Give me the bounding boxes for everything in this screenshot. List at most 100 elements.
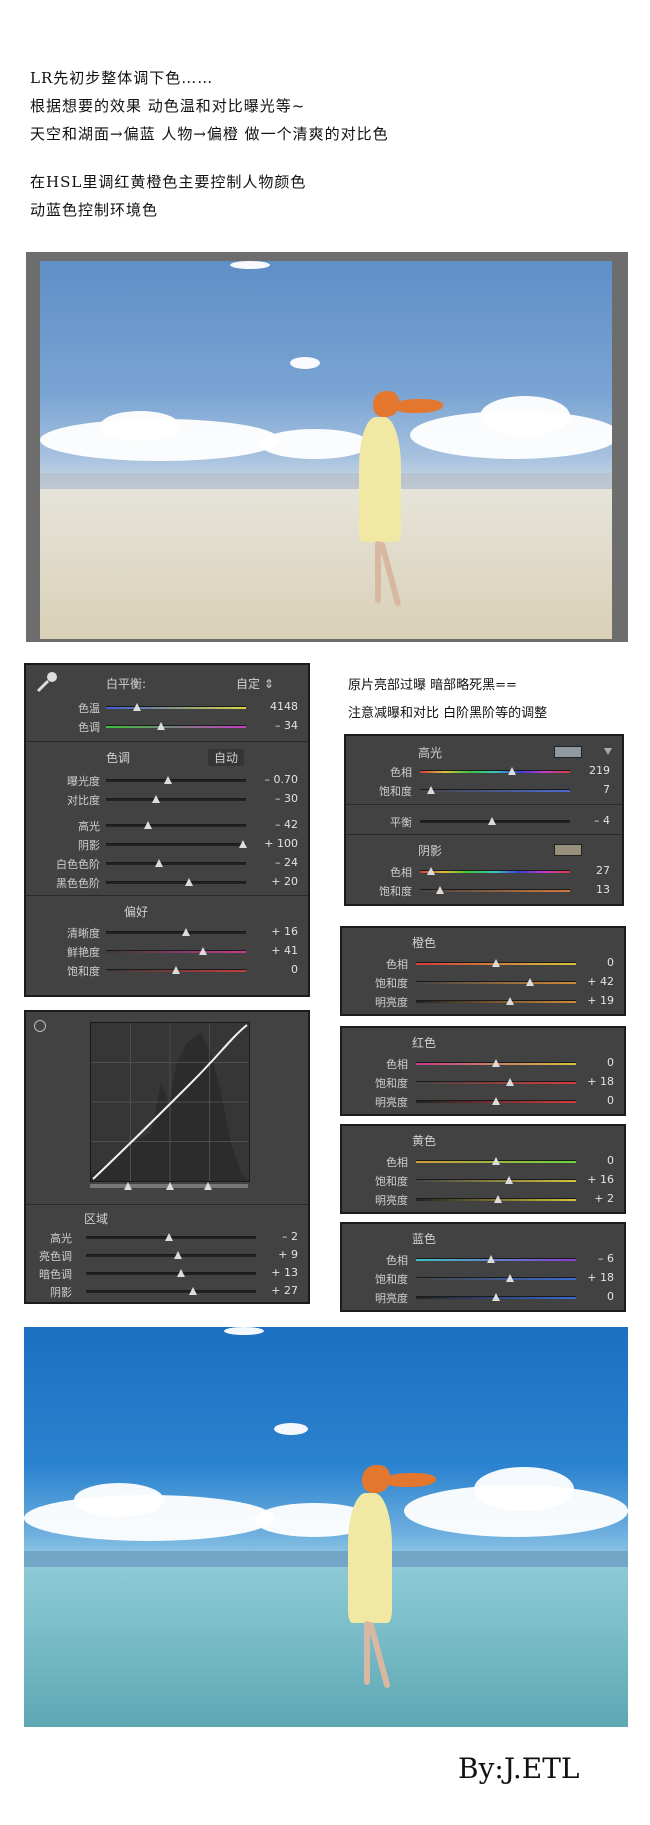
slider-handle[interactable] bbox=[506, 1274, 515, 1282]
slider-value[interactable]: – 6 bbox=[564, 1252, 614, 1265]
slider-handle[interactable] bbox=[504, 1176, 513, 1184]
slider-track[interactable] bbox=[416, 1293, 576, 1301]
slider-track[interactable] bbox=[106, 928, 246, 936]
slider-track[interactable] bbox=[106, 776, 246, 784]
slider-track[interactable] bbox=[106, 722, 246, 730]
slider-handle[interactable] bbox=[488, 817, 496, 825]
slider-value[interactable]: 0 bbox=[564, 1056, 614, 1069]
slider-track[interactable] bbox=[416, 1059, 576, 1067]
slider-handle[interactable] bbox=[189, 1287, 198, 1295]
slider-track[interactable] bbox=[86, 1287, 256, 1295]
slider-value[interactable]: 0 bbox=[564, 956, 614, 969]
slider-value[interactable]: 13 bbox=[560, 883, 610, 896]
curve-split-handle[interactable] bbox=[166, 1182, 174, 1190]
curve-split-handle[interactable] bbox=[124, 1182, 132, 1190]
slider-value[interactable]: – 4 bbox=[560, 814, 610, 827]
slider-track[interactable] bbox=[416, 997, 576, 1005]
slider-handle[interactable] bbox=[239, 840, 248, 848]
slider-track[interactable] bbox=[86, 1233, 256, 1241]
slider-handle[interactable] bbox=[172, 966, 180, 974]
slider-track[interactable] bbox=[106, 947, 246, 955]
slider-value[interactable]: 7 bbox=[560, 783, 610, 796]
slider-handle[interactable] bbox=[435, 886, 444, 894]
slider-track[interactable] bbox=[416, 978, 576, 986]
slider-handle[interactable] bbox=[177, 1269, 186, 1277]
slider-value[interactable]: – 0.70 bbox=[248, 773, 299, 786]
slider-value[interactable]: + 27 bbox=[248, 1284, 298, 1297]
slider-handle[interactable] bbox=[165, 1233, 174, 1241]
slider-track[interactable] bbox=[106, 703, 246, 711]
slider-track[interactable] bbox=[106, 878, 246, 886]
slider-track[interactable] bbox=[416, 1195, 576, 1203]
collapse-arrow-icon[interactable] bbox=[604, 748, 612, 755]
slider-handle[interactable] bbox=[181, 928, 190, 936]
slider-value[interactable]: + 18 bbox=[564, 1271, 614, 1284]
target-adjust-icon[interactable] bbox=[34, 1020, 46, 1032]
slider-value[interactable]: 0 bbox=[564, 1290, 614, 1303]
slider-handle[interactable] bbox=[132, 703, 141, 711]
slider-value[interactable]: + 9 bbox=[248, 1248, 298, 1261]
slider-value[interactable]: – 42 bbox=[248, 818, 298, 831]
slider-value[interactable]: + 19 bbox=[564, 994, 614, 1007]
slider-track[interactable] bbox=[416, 1157, 576, 1165]
slider-track[interactable] bbox=[416, 1274, 576, 1282]
slider-handle[interactable] bbox=[426, 786, 435, 794]
slider-handle[interactable] bbox=[507, 767, 516, 775]
slider-track[interactable] bbox=[420, 886, 570, 894]
slider-value[interactable]: 27 bbox=[560, 864, 610, 877]
slider-track[interactable] bbox=[106, 859, 246, 867]
slider-track[interactable] bbox=[106, 821, 246, 829]
slider-value[interactable]: – 34 bbox=[248, 719, 298, 732]
slider-track[interactable] bbox=[416, 1078, 576, 1086]
slider-track[interactable] bbox=[106, 966, 246, 974]
slider-track[interactable] bbox=[106, 795, 246, 803]
slider-track[interactable] bbox=[416, 959, 576, 967]
slider-track[interactable] bbox=[86, 1269, 256, 1277]
slider-handle[interactable] bbox=[426, 867, 435, 875]
slider-track[interactable] bbox=[420, 817, 570, 825]
slider-value[interactable]: + 13 bbox=[248, 1266, 298, 1279]
slider-value[interactable]: – 24 bbox=[248, 856, 298, 869]
curve-split-handle[interactable] bbox=[204, 1182, 212, 1190]
slider-handle[interactable] bbox=[155, 859, 164, 867]
slider-value[interactable]: + 18 bbox=[564, 1075, 614, 1088]
slider-value[interactable]: 4148 bbox=[248, 700, 298, 713]
slider-handle[interactable] bbox=[156, 722, 165, 730]
slider-track[interactable] bbox=[416, 1255, 576, 1263]
slider-value[interactable]: + 42 bbox=[564, 975, 614, 988]
slider-value[interactable]: + 16 bbox=[248, 925, 298, 938]
slider-track[interactable] bbox=[416, 1097, 576, 1105]
slider-track[interactable] bbox=[416, 1176, 576, 1184]
slider-value[interactable]: + 41 bbox=[248, 944, 298, 957]
slider-handle[interactable] bbox=[487, 1255, 496, 1263]
slider-handle[interactable] bbox=[173, 1251, 182, 1259]
slider-handle[interactable] bbox=[492, 1157, 500, 1165]
slider-value[interactable]: + 2 bbox=[564, 1192, 614, 1205]
slider-track[interactable] bbox=[420, 767, 570, 775]
eyedropper-icon[interactable] bbox=[34, 669, 60, 695]
slider-handle[interactable] bbox=[492, 959, 500, 967]
slider-value[interactable]: 0 bbox=[564, 1154, 614, 1167]
slider-value[interactable]: – 2 bbox=[248, 1230, 298, 1243]
wb-preset-select[interactable]: 自定 ⇕ bbox=[236, 675, 274, 692]
slider-handle[interactable] bbox=[492, 1293, 500, 1301]
slider-handle[interactable] bbox=[493, 1195, 502, 1203]
slider-value[interactable]: 219 bbox=[560, 764, 610, 777]
slider-handle[interactable] bbox=[144, 821, 152, 829]
slider-track[interactable] bbox=[420, 786, 570, 794]
slider-handle[interactable] bbox=[506, 997, 515, 1005]
slider-handle[interactable] bbox=[506, 1078, 515, 1086]
slider-handle[interactable] bbox=[492, 1059, 500, 1067]
slider-track[interactable] bbox=[86, 1251, 256, 1259]
slider-value[interactable]: + 100 bbox=[248, 837, 298, 850]
slider-value[interactable]: 0 bbox=[248, 963, 298, 976]
slider-track[interactable] bbox=[106, 840, 248, 848]
slider-handle[interactable] bbox=[492, 1097, 500, 1105]
auto-tone-button[interactable]: 自动 bbox=[208, 749, 245, 766]
slider-handle[interactable] bbox=[198, 947, 207, 955]
slider-handle[interactable] bbox=[525, 978, 534, 986]
slider-track[interactable] bbox=[420, 867, 570, 875]
slider-value[interactable]: + 16 bbox=[564, 1173, 614, 1186]
slider-handle[interactable] bbox=[163, 776, 172, 784]
highlight-color-swatch[interactable] bbox=[554, 746, 582, 758]
